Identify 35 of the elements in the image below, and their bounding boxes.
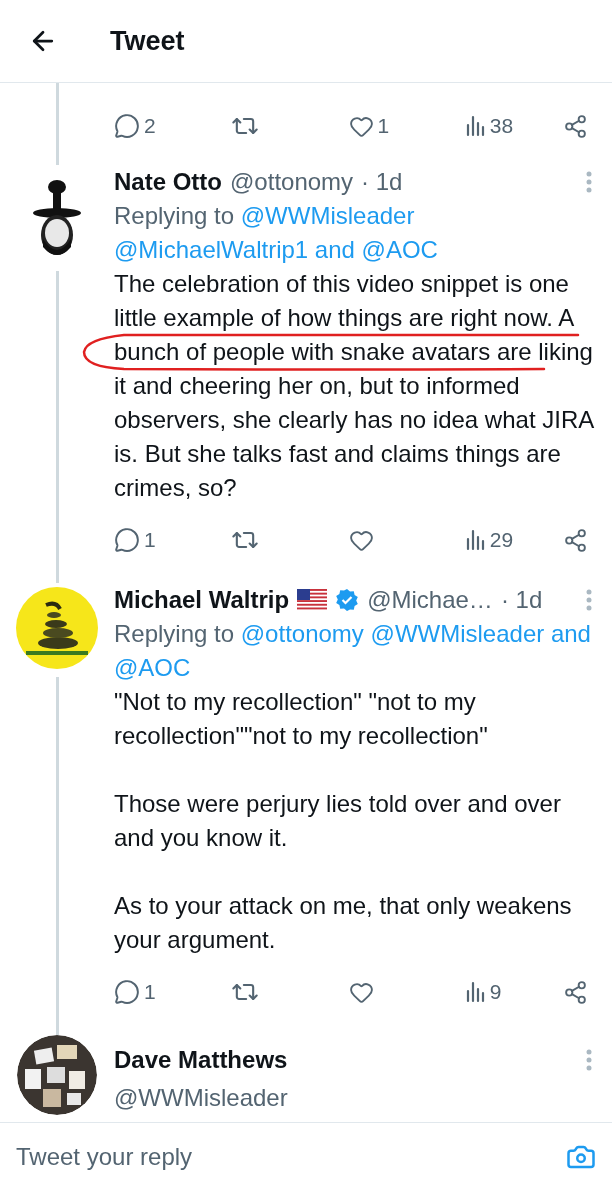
replying-to-text: Replying to @WWMisleader @MichaelWaltrip1 and @AOC xyxy=(114,201,439,265)
share-icon xyxy=(563,979,588,1005)
bar-chart-icon xyxy=(465,529,486,551)
author-name: Michael Waltrip xyxy=(114,585,290,615)
reply-button[interactable]: 2 xyxy=(114,110,156,142)
share-icon xyxy=(563,527,588,553)
tweet-text: "Not to my recollection" "not to my recollection""not to my recollection" xyxy=(114,687,489,751)
share-button[interactable] xyxy=(563,979,588,1005)
reply-button[interactable]: 1 xyxy=(114,976,156,1008)
author-name: Nate Otto xyxy=(114,167,222,197)
author-handle: @ottonomy xyxy=(230,167,354,197)
like-button[interactable]: 1 xyxy=(348,110,390,142)
post-time: · 1d xyxy=(361,167,403,197)
views-button[interactable]: 9 xyxy=(465,976,502,1008)
author-handle: @WWMisleader xyxy=(114,1083,289,1113)
views-button[interactable]: 29 xyxy=(465,524,514,556)
speech-bubble-icon xyxy=(114,113,140,139)
tweet-text: The celebration of this video snippet is one little example of how things are right now. A bunch of people with snake avatars are liking it and cheering her on, but to informed observers, she clearly has no idea what JIRA is. But she talks fast and claims things are crimes, so? xyxy=(114,269,595,503)
page-title: Tweet xyxy=(110,24,185,58)
views-button[interactable]: 38 xyxy=(465,110,514,142)
author-name: Dave Matthews xyxy=(114,1045,288,1075)
share-icon xyxy=(563,113,588,139)
speech-bubble-icon xyxy=(114,527,140,553)
replying-to-text: Replying to @ottonomy @WWMisleader and @AOC xyxy=(114,619,592,683)
bar-chart-icon xyxy=(465,981,486,1003)
reply-input-field[interactable]: Tweet your reply xyxy=(16,1138,566,1175)
speech-bubble-icon xyxy=(114,979,140,1005)
share-button[interactable] xyxy=(563,527,588,553)
reply-button[interactable]: 1 xyxy=(114,524,156,556)
author-handle: @Michae… xyxy=(367,585,493,615)
tweet-text: As to your attack on me, that only weakens your argument. xyxy=(114,891,573,955)
bar-chart-icon xyxy=(465,115,486,137)
tweet-text: Those were perjury lies told over and over and you know it. xyxy=(114,789,562,853)
post-time: · 1d xyxy=(500,585,543,615)
share-button[interactable] xyxy=(563,113,588,139)
